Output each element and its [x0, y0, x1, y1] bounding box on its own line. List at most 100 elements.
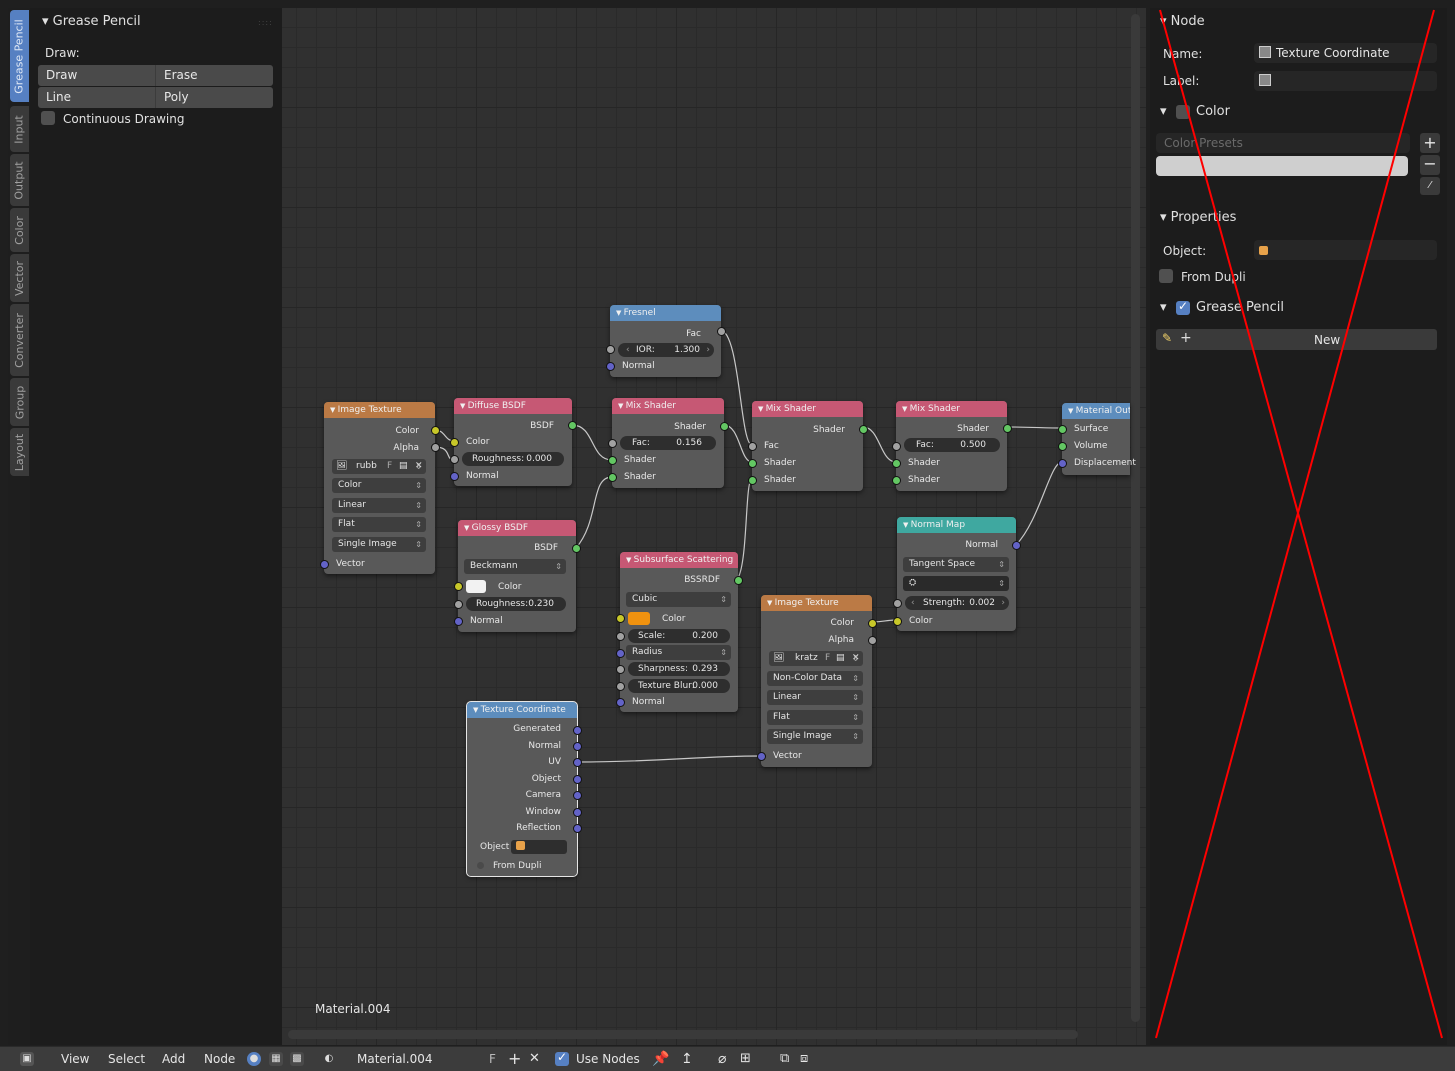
erase-button[interactable]: Erase [155, 65, 273, 86]
material-icon[interactable]: ◐ [322, 1052, 336, 1066]
output-socket[interactable] [720, 422, 729, 431]
tab-vector[interactable]: Vector [10, 254, 29, 302]
strength-field[interactable]: ‹ Strength: 0.002 › [905, 596, 1009, 610]
close-icon[interactable]: ✕ [415, 459, 423, 474]
add-material-icon[interactable]: + [508, 1047, 521, 1071]
node-image-texture-rubb[interactable]: Image Texture Color Alpha 🖼 rubb F ▤ ✕ C… [320, 402, 440, 574]
vertical-scrollbar[interactable] [1131, 14, 1140, 1022]
fac-field[interactable]: Fac: 0.156 [620, 436, 716, 450]
output-socket[interactable] [572, 544, 581, 553]
output-socket[interactable] [573, 824, 582, 833]
close-icon[interactable]: ✕ [852, 651, 860, 666]
node-header[interactable]: Mix Shader [612, 398, 724, 414]
tab-input[interactable]: Input [10, 106, 29, 152]
input-socket[interactable] [1058, 425, 1067, 434]
input-socket[interactable] [892, 442, 901, 451]
open-folder-icon[interactable]: ▤ [836, 651, 845, 666]
output-socket[interactable] [573, 791, 582, 800]
fake-user-button[interactable]: F [825, 651, 830, 666]
input-socket[interactable] [892, 459, 901, 468]
node-diffuse-bsdf[interactable]: Diffuse BSDF BSDF Color Roughness: 0.000… [450, 398, 577, 486]
close-icon[interactable]: ✕ [529, 1047, 540, 1071]
use-nodes-checkbox[interactable] [555, 1050, 569, 1066]
uv-map-field[interactable]: ⛭ [903, 576, 1009, 591]
input-socket[interactable] [616, 614, 625, 623]
parent-node-tree-icon[interactable]: ↥ [681, 1047, 693, 1071]
node-header[interactable]: Image Texture [761, 595, 872, 611]
ior-field[interactable]: ‹ IOR: 1.300 › [618, 343, 714, 357]
node-header[interactable]: Diffuse BSDF [454, 398, 572, 414]
node-fresnel[interactable]: Fresnel Fac ‹ IOR: 1.300 › Normal [606, 305, 726, 377]
menu-node[interactable]: Node [204, 1047, 235, 1071]
input-socket[interactable] [1058, 459, 1067, 468]
draw-button[interactable]: Draw [38, 65, 155, 86]
input-socket[interactable] [893, 599, 902, 608]
tab-grease-pencil[interactable]: Grease Pencil [10, 10, 29, 102]
sharpness-field[interactable]: Sharpness: 0.293 [628, 662, 730, 676]
input-socket[interactable] [606, 345, 615, 354]
input-socket[interactable] [616, 649, 625, 658]
node-texture-coordinate[interactable]: Texture Coordinate Generated Normal UV O… [466, 701, 582, 877]
tab-group[interactable]: Group [10, 378, 29, 426]
color-space-dropdown[interactable]: Color [332, 478, 426, 493]
output-socket[interactable] [573, 726, 582, 735]
space-dropdown[interactable]: Tangent Space [903, 557, 1009, 572]
drag-grip-icon[interactable]: :::: [258, 18, 273, 27]
color-swatch[interactable] [466, 580, 486, 593]
paste-nodes-icon[interactable]: ⧈ [800, 1047, 808, 1071]
input-socket[interactable] [616, 682, 625, 691]
menu-add[interactable]: Add [162, 1047, 185, 1071]
color-swatch[interactable] [628, 612, 650, 625]
input-socket[interactable] [893, 617, 902, 626]
node-header[interactable]: Mix Shader [896, 401, 1007, 417]
node-mix-shader-2[interactable]: Mix Shader Shader Fac Shader Shader [748, 401, 868, 491]
continuous-drawing-checkbox[interactable] [41, 111, 55, 125]
horizontal-scrollbar[interactable] [288, 1030, 1078, 1039]
input-socket[interactable] [450, 455, 459, 464]
output-socket[interactable] [868, 619, 877, 628]
node-header[interactable]: Mix Shader [752, 401, 863, 417]
input-socket[interactable] [454, 617, 463, 626]
poly-button[interactable]: Poly [155, 87, 273, 108]
node-header[interactable]: Material Out [1062, 403, 1130, 419]
interpolation-dropdown[interactable]: Linear [767, 690, 863, 705]
input-socket[interactable] [748, 459, 757, 468]
fake-user-button[interactable]: F [387, 459, 392, 474]
output-socket[interactable] [431, 443, 440, 452]
node-subsurface-scattering[interactable]: Subsurface Scattering BSSRDF Cubic Color… [616, 552, 743, 712]
output-socket[interactable] [573, 775, 582, 784]
roughness-field[interactable]: Roughness: 0.230 [466, 597, 566, 611]
line-button[interactable]: Line [38, 87, 155, 108]
snap-element-icon[interactable]: ⊞ [740, 1047, 751, 1071]
increment-icon[interactable]: › [706, 343, 710, 357]
copy-nodes-icon[interactable]: ⧉ [780, 1047, 789, 1071]
distribution-dropdown[interactable]: Beckmann [464, 559, 566, 574]
input-socket[interactable] [454, 582, 463, 591]
output-socket[interactable] [1012, 541, 1021, 550]
output-socket[interactable] [717, 327, 726, 336]
input-socket[interactable] [892, 476, 901, 485]
source-dropdown[interactable]: Single Image [332, 537, 426, 552]
node-material-output[interactable]: Material Out Surface Volume Displacement [1058, 403, 1136, 475]
output-socket[interactable] [573, 758, 582, 767]
scale-field[interactable]: Scale: 0.200 [628, 629, 730, 643]
output-socket[interactable] [734, 576, 743, 585]
output-socket[interactable] [431, 426, 440, 435]
menu-view[interactable]: View [61, 1047, 89, 1071]
tab-converter[interactable]: Converter [10, 304, 29, 376]
input-socket[interactable] [616, 632, 625, 641]
increment-icon[interactable]: › [1001, 596, 1005, 610]
input-socket[interactable] [608, 473, 617, 482]
fake-user-button[interactable]: F [489, 1047, 496, 1071]
texture-blur-field[interactable]: Texture Blur: 0.000 [628, 679, 730, 693]
input-socket[interactable] [748, 442, 757, 451]
node-glossy-bsdf[interactable]: Glossy BSDF BSDF Beckmann Color Roughnes… [454, 520, 581, 632]
from-dupli-checkbox[interactable] [477, 862, 484, 869]
projection-dropdown[interactable]: Flat [767, 710, 863, 725]
tab-color[interactable]: Color [10, 208, 29, 252]
input-socket[interactable] [1058, 442, 1067, 451]
node-mix-shader-3[interactable]: Mix Shader Shader Fac: 0.500 Shader Shad… [892, 401, 1012, 491]
panel-header-grease-pencil[interactable]: ▾ Grease Pencil [42, 14, 141, 29]
editor-type-icon[interactable]: ▣ [20, 1052, 34, 1066]
material-name-field[interactable]: Material.004 [357, 1047, 432, 1071]
